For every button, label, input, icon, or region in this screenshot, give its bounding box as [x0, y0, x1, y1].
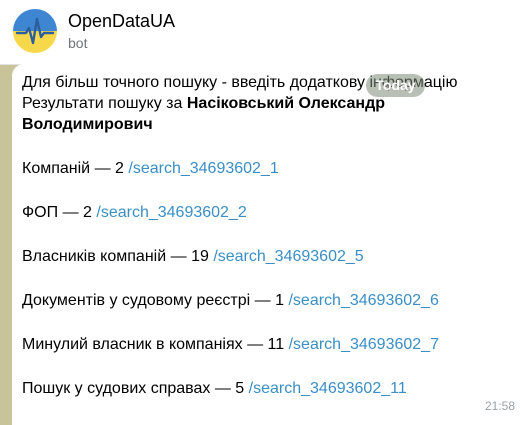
- intro-text: Для більш точного пошуку - введіть додат…: [22, 74, 458, 91]
- search-link[interactable]: /search_34693602_5: [213, 248, 363, 265]
- item-label: Компаній: [22, 160, 91, 177]
- list-item: Власників компаній — 19 /search_34693602…: [22, 246, 525, 267]
- pulse-logo-icon: [13, 9, 57, 53]
- item-separator: —: [254, 292, 271, 309]
- search-link[interactable]: /search_34693602_1: [128, 160, 278, 177]
- list-item: Документів у судовому реєстрі — 1 /searc…: [22, 290, 525, 311]
- item-separator: —: [170, 248, 187, 265]
- list-item: Компаній — 2 /search_34693602_1: [22, 158, 525, 179]
- query-name-continued: Володимирович: [22, 116, 153, 133]
- item-count: 2: [115, 160, 124, 177]
- search-link[interactable]: /search_34693602_6: [288, 292, 438, 309]
- date-badge: Today: [366, 74, 425, 97]
- item-count: 11: [267, 336, 285, 353]
- item-separator: —: [62, 204, 79, 221]
- query-name: Насіковський Олександр: [186, 95, 385, 112]
- item-label: Минулий власник в компаніях: [22, 336, 243, 353]
- list-item: ФОП — 2 /search_34693602_2: [22, 202, 525, 223]
- results-prefix: Результати пошуку за: [22, 95, 187, 112]
- item-separator: —: [214, 380, 231, 397]
- list-item: Минулий власник в компаніях — 11 /search…: [22, 334, 525, 355]
- item-count: 2: [83, 204, 92, 221]
- item-label: ФОП: [22, 204, 59, 221]
- chat-header: OpenDataUA bot: [0, 0, 525, 65]
- item-label: Пошук у судових справах: [22, 380, 211, 397]
- item-separator: —: [247, 336, 264, 353]
- item-label: Власників компаній: [22, 248, 167, 265]
- results-line: Результати пошуку за Насіковський Олекса…: [22, 93, 525, 114]
- search-link[interactable]: /search_34693602_2: [96, 204, 246, 221]
- bot-avatar[interactable]: [13, 9, 57, 53]
- chat-title[interactable]: OpenDataUA: [68, 11, 175, 32]
- item-label: Документів у судовому реєстрі: [22, 292, 251, 309]
- item-count: 5: [235, 380, 245, 397]
- search-link[interactable]: /search_34693602_7: [289, 336, 439, 353]
- item-count: 19: [191, 248, 209, 265]
- list-item: Пошук у судових справах — 5 /search_3469…: [22, 378, 525, 399]
- item-count: 1: [275, 292, 285, 309]
- message-bubble: Для більш точного пошуку - введіть додат…: [12, 64, 525, 425]
- chat-subtitle: bot: [68, 35, 88, 51]
- message-time: 21:58: [484, 399, 515, 413]
- search-link[interactable]: /search_34693602_11: [249, 380, 407, 397]
- item-separator: —: [94, 160, 111, 177]
